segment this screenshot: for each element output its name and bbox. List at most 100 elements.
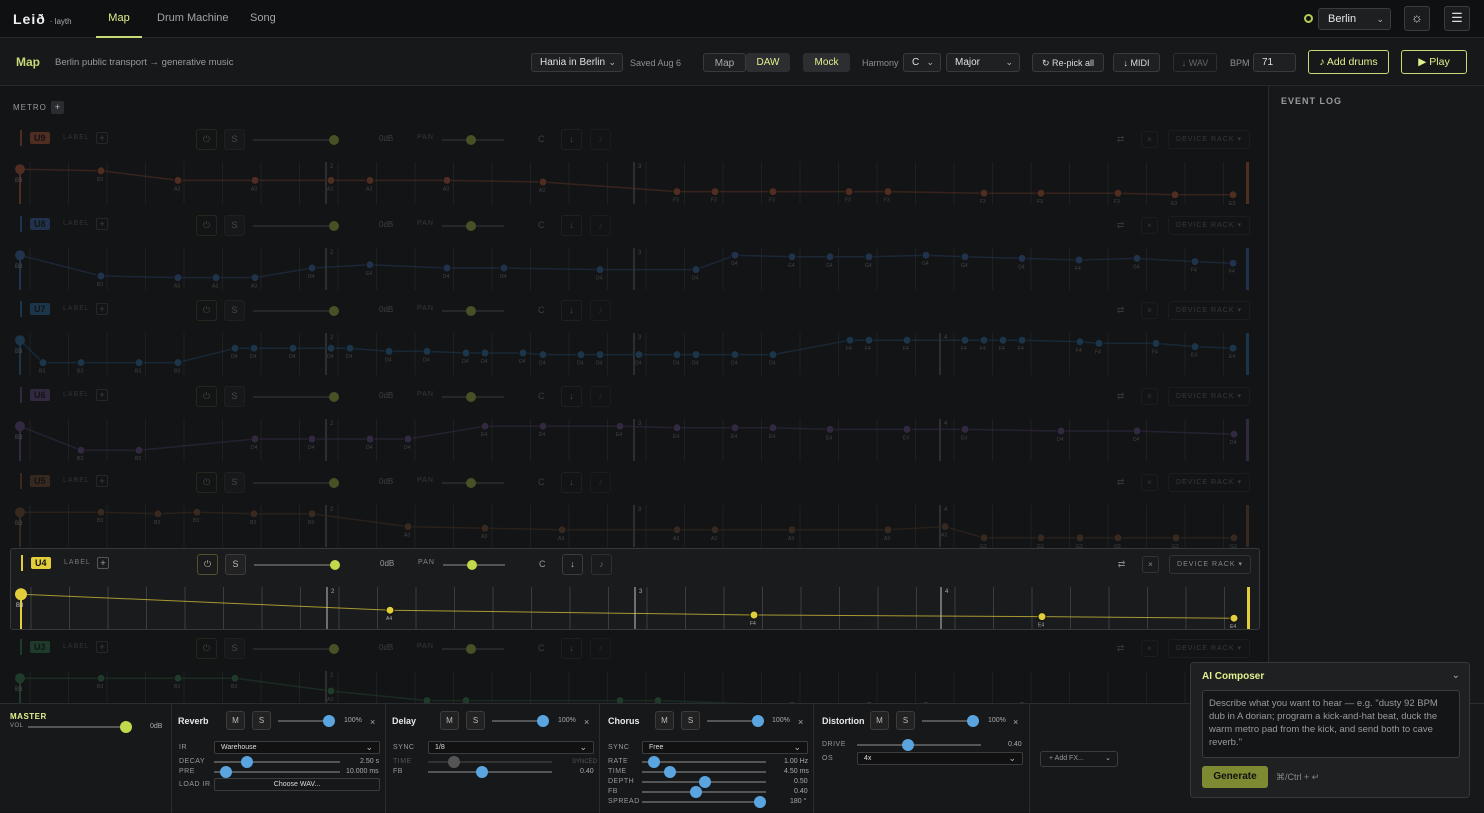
note-dot[interactable] [979, 533, 989, 543]
note-dot[interactable] [365, 260, 375, 270]
note-dot[interactable] [96, 271, 106, 281]
slider-knob[interactable] [466, 221, 476, 231]
play-button[interactable]: ▶ Play [1401, 50, 1467, 74]
note-dot[interactable] [96, 673, 106, 683]
note-dot[interactable] [1074, 255, 1084, 265]
note-dot[interactable] [173, 175, 183, 185]
note-dot[interactable] [691, 265, 701, 275]
reverb-pre-slider[interactable] [214, 766, 340, 778]
note-dot[interactable] [1228, 258, 1238, 268]
note-dot[interactable] [1075, 533, 1085, 543]
slider-knob[interactable] [466, 478, 476, 488]
track-id-chip[interactable]: U8 [30, 218, 50, 230]
note-dot[interactable] [307, 263, 317, 273]
distortion-remove-icon[interactable]: × [1013, 717, 1018, 727]
delay-sync-select[interactable]: 1/8 ⌄ [428, 741, 594, 754]
nav-tab-song[interactable]: Song [250, 0, 276, 38]
start-note-dot[interactable] [15, 673, 25, 684]
note-dot[interactable] [173, 273, 183, 283]
track-pan-slider[interactable] [442, 221, 504, 231]
track-pan-slider[interactable] [442, 478, 504, 488]
note-dot[interactable] [1229, 429, 1239, 439]
track-add-label-button[interactable]: + [97, 557, 109, 569]
note-dot[interactable] [960, 424, 970, 434]
note-dot[interactable] [710, 525, 720, 535]
note-dot[interactable] [844, 187, 854, 197]
track-label[interactable]: LABEL [63, 305, 90, 312]
track-lane[interactable]: 2 3 4B3B3 B3 B3 B3D4 D4 D4 D4 D4D4 D4 D4 D4 D4 D4 D4 D4 D… [10, 331, 1260, 377]
track-add-label-button[interactable]: + [96, 218, 108, 230]
track-download-button[interactable]: ↓ [561, 472, 582, 493]
note-dot[interactable] [634, 350, 644, 360]
note-dot[interactable] [749, 610, 759, 620]
slider-knob[interactable] [466, 392, 476, 402]
note-dot[interactable] [730, 350, 740, 360]
track-note-button[interactable]: ♪ [591, 554, 612, 575]
note-dot[interactable] [979, 335, 989, 345]
track-note-button[interactable]: ♪ [590, 638, 611, 659]
track-download-button[interactable]: ↓ [561, 129, 582, 150]
track-download-button[interactable]: ↓ [561, 300, 582, 321]
slider-knob[interactable] [329, 478, 339, 488]
note-dot[interactable] [134, 445, 144, 455]
track-id-chip[interactable]: U7 [30, 303, 50, 315]
track-note-button[interactable]: ♪ [590, 472, 611, 493]
track-volume-slider[interactable] [253, 135, 339, 145]
slider-knob[interactable] [476, 766, 488, 778]
note-dot[interactable] [768, 350, 778, 360]
note-dot[interactable] [249, 509, 259, 519]
note-dot[interactable] [1132, 253, 1142, 263]
project-select[interactable]: Hania in Berlin ⌄ [531, 53, 623, 72]
reverb-remove-icon[interactable]: × [370, 717, 375, 727]
reverb-mute-button[interactable]: M [226, 711, 245, 730]
track-remove-button[interactable]: × [1141, 640, 1158, 657]
note-dot[interactable] [1113, 188, 1123, 198]
track-power-button[interactable]: ⏻ [196, 215, 217, 236]
track-solo-button[interactable]: S [224, 215, 245, 236]
slider-knob[interactable] [329, 392, 339, 402]
note-dot[interactable] [1056, 426, 1066, 436]
reverb-mix-slider[interactable] [278, 715, 335, 727]
note-dot[interactable] [480, 348, 490, 358]
track-lane[interactable]: 2 3 4 B3 A4 F4 E4 E4 [11, 585, 1261, 631]
track-lane[interactable]: 2B3B3B3B3A3G3G3G3G3F3F3F3F3 [10, 669, 1260, 703]
track-volume-slider[interactable] [253, 644, 339, 654]
note-dot[interactable] [1170, 190, 1180, 200]
note-dot[interactable] [998, 335, 1008, 345]
track-volume-slider[interactable] [254, 560, 340, 570]
note-dot[interactable] [557, 525, 567, 535]
composer-prompt-input[interactable]: Describe what you want to hear — e.g. "d… [1202, 690, 1460, 758]
distortion-drive-slider[interactable] [857, 739, 981, 751]
note-dot[interactable] [595, 350, 605, 360]
track-add-label-button[interactable]: + [96, 641, 108, 653]
note-dot[interactable] [1036, 188, 1046, 198]
chorus-remove-icon[interactable]: × [798, 717, 803, 727]
track-volume-slider[interactable] [253, 306, 339, 316]
note-dot[interactable] [902, 335, 912, 345]
track-swap-button[interactable]: ⇄ [1112, 388, 1129, 405]
note-dot[interactable] [1036, 533, 1046, 543]
note-dot[interactable] [250, 273, 260, 283]
slider-knob[interactable] [448, 756, 460, 768]
track-note-button[interactable]: ♪ [590, 386, 611, 407]
note-dot[interactable] [1229, 533, 1239, 543]
reverb-decay-slider[interactable] [214, 756, 340, 768]
note-dot[interactable] [960, 252, 970, 262]
bpm-input[interactable]: 71 [1253, 53, 1296, 72]
track-download-button[interactable]: ↓ [561, 386, 582, 407]
chorus-time-slider[interactable] [642, 766, 766, 778]
track-remove-button[interactable]: × [1142, 556, 1159, 573]
collapse-chevron-icon[interactable]: ⌄ [1452, 670, 1460, 681]
note-dot[interactable] [153, 509, 163, 519]
note-dot[interactable] [480, 421, 490, 431]
note-dot[interactable] [326, 175, 336, 185]
track-pan-slider[interactable] [442, 644, 504, 654]
note-dot[interactable] [1075, 337, 1085, 347]
track-add-label-button[interactable]: + [96, 303, 108, 315]
slider-knob[interactable] [754, 796, 766, 808]
track-lane[interactable]: 2 3 B3 B3 A3 A3 A3 D4 E4 D4 D4 D4 D4 G4 G4 G4 G4 G4 G4 G4 F4… [10, 246, 1260, 292]
start-note-dot[interactable] [15, 507, 25, 518]
chorus-fb-slider[interactable] [642, 786, 766, 798]
track-power-button[interactable]: ⏻ [196, 638, 217, 659]
track-pan-slider[interactable] [443, 560, 505, 570]
